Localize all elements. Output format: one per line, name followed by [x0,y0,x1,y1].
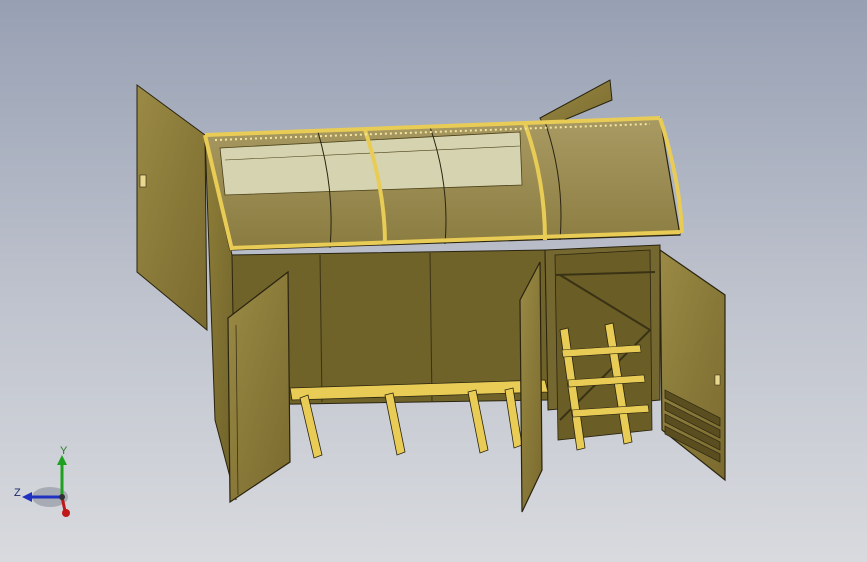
cabinet-3d-model[interactable] [0,0,867,562]
y-axis-label: Y [60,445,68,457]
coordinate-triad-icon [22,455,70,517]
coordinate-triad: Y Z [10,445,80,525]
front-right-door [659,248,726,482]
z-axis-label: Z [14,487,21,499]
cabinet-roof-frame [203,116,684,251]
back-left-door [136,84,208,332]
middle-door [519,261,543,513]
graphics-viewport[interactable]: Y Z [0,0,867,562]
